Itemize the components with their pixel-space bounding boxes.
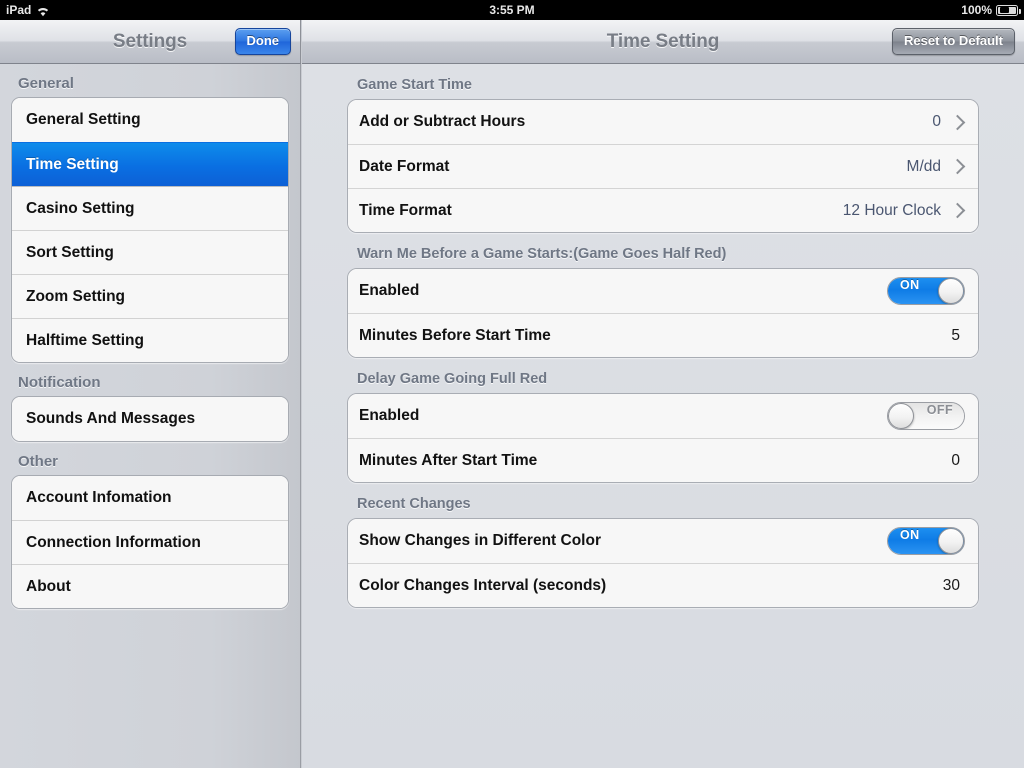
sidebar-item-time-setting[interactable]: Time Setting	[12, 142, 288, 186]
settings-row-value: 5	[951, 326, 960, 344]
settings-row-label: Enabled	[359, 407, 420, 424]
sidebar-item-account-infomation[interactable]: Account Infomation	[12, 476, 288, 520]
settings-row-value: 30	[942, 576, 960, 594]
settings-row-date-format[interactable]: Date Format M/dd	[348, 144, 978, 188]
sidebar-item-label: Sounds And Messages	[26, 410, 196, 427]
sidebar-section-header: General	[18, 75, 74, 92]
settings-row-label: Date Format	[359, 157, 450, 175]
sidebar-navigation-bar: Settings Done	[0, 20, 301, 64]
sidebar-item-label: About	[26, 577, 71, 595]
settings-row-label: Minutes After Start Time	[359, 451, 538, 469]
sidebar-item-label: Account Infomation	[26, 489, 172, 506]
settings-row-add-or-subtract-hours[interactable]: Add or Subtract Hours 0	[348, 100, 978, 144]
main-navigation-bar: Time Setting Reset to Default	[302, 20, 1024, 64]
sidebar-item-label: Time Setting	[26, 155, 119, 173]
ipad-settings-screen: iPad 3:55 PM 100% Settings Done Time Set…	[0, 0, 1024, 768]
settings-row-enabled: Enabled ON	[348, 269, 978, 313]
settings-row-label: Show Changes in Different Color	[359, 532, 601, 549]
settings-row-label: Enabled	[359, 282, 420, 299]
settings-row-value: M/dd	[906, 157, 941, 175]
sidebar-item-label: General Setting	[26, 111, 141, 128]
settings-section-header: Game Start Time	[357, 77, 472, 93]
sidebar-section-header: Other	[18, 453, 59, 470]
sidebar-item-label: Halftime Setting	[26, 331, 144, 349]
settings-group: Enabled ON Minutes Before Start Time 5	[347, 268, 979, 358]
toggle-switch-enabled-on[interactable]: ON	[887, 277, 965, 305]
main-panel: Game Start Time Add or Subtract Hours 0 Dat…	[302, 64, 1024, 768]
settings-row-time-format[interactable]: Time Format 12 Hour Clock	[348, 188, 978, 232]
settings-row-color-changes-interval-seconds: Color Changes Interval (seconds) 30	[348, 563, 978, 607]
settings-section-header: Delay Game Going Full Red	[357, 371, 548, 387]
settings-row-label: Color Changes Interval (seconds)	[359, 576, 607, 594]
settings-group: Add or Subtract Hours 0 Date Format M/dd Tim…	[347, 99, 979, 233]
sidebar-item-about[interactable]: About	[12, 564, 288, 608]
toggle-switch-show-changes-in-different-color-on[interactable]: ON	[887, 527, 965, 555]
settings-row-label: Time Format	[359, 201, 452, 219]
settings-section-header: Warn Me Before a Game Starts:(Game Goes …	[357, 246, 727, 262]
sidebar-group: Sounds And Messages	[11, 396, 289, 442]
toggle-state-label: OFF	[926, 403, 953, 417]
sidebar-item-sort-setting[interactable]: Sort Setting	[12, 230, 288, 274]
settings-row-value: 0	[951, 451, 960, 469]
sidebar-item-halftime-setting[interactable]: Halftime Setting	[12, 318, 288, 362]
settings-row-label: Minutes Before Start Time	[359, 326, 551, 344]
chevron-right-icon	[949, 158, 966, 175]
sidebar-group: General Setting Time Setting Casino Settin…	[11, 97, 289, 363]
clock-label: 3:55 PM	[489, 3, 535, 17]
settings-section-header: Recent Changes	[357, 496, 471, 512]
settings-row-value: 12 Hour Clock	[842, 201, 941, 219]
sidebar-item-zoom-setting[interactable]: Zoom Setting	[12, 274, 288, 318]
settings-group: Show Changes in Different Color ON Color C…	[347, 518, 979, 608]
sidebar-item-general-setting[interactable]: General Setting	[12, 98, 288, 142]
sidebar-group: Account Infomation Connection Information…	[11, 475, 289, 609]
toggle-knob[interactable]	[938, 278, 964, 304]
toggle-knob[interactable]	[888, 403, 914, 429]
settings-row-label: Add or Subtract Hours	[359, 113, 526, 130]
settings-row-enabled: Enabled OFF	[348, 394, 978, 438]
sidebar: General General Setting Time Setting Casino…	[0, 64, 301, 768]
toggle-knob[interactable]	[938, 528, 964, 554]
battery-percent-label: 100%	[961, 3, 992, 17]
status-bar: iPad 3:55 PM 100%	[0, 0, 1024, 20]
settings-row-value: 0	[932, 113, 941, 130]
settings-row-minutes-before-start-time: Minutes Before Start Time 5	[348, 313, 978, 357]
done-button[interactable]: Done	[234, 28, 291, 55]
sidebar-item-label: Casino Setting	[26, 199, 135, 217]
chevron-right-icon	[949, 114, 966, 130]
sidebar-item-sounds-and-messages[interactable]: Sounds And Messages	[12, 397, 288, 441]
battery-charging-icon	[996, 4, 1021, 16]
sidebar-section-header: Notification	[18, 374, 101, 391]
reset-to-default-button[interactable]: Reset to Default	[892, 28, 1015, 55]
sidebar-item-label: Sort Setting	[26, 243, 114, 261]
sidebar-item-label: Connection Information	[26, 533, 201, 551]
toggle-state-label: ON	[900, 528, 920, 542]
settings-row-minutes-after-start-time: Minutes After Start Time 0	[348, 438, 978, 482]
sidebar-item-casino-setting[interactable]: Casino Setting	[12, 186, 288, 230]
sidebar-item-label: Zoom Setting	[26, 287, 126, 305]
toggle-state-label: ON	[900, 278, 920, 292]
status-bar-right: 100%	[961, 3, 1021, 17]
chevron-right-icon	[949, 202, 966, 219]
settings-group: Enabled OFF Minutes After Start Time 0	[347, 393, 979, 483]
toggle-switch-enabled-off[interactable]: OFF	[887, 402, 965, 430]
settings-row-show-changes-in-different-color: Show Changes in Different Color ON	[348, 519, 978, 563]
sidebar-item-connection-information[interactable]: Connection Information	[12, 520, 288, 564]
